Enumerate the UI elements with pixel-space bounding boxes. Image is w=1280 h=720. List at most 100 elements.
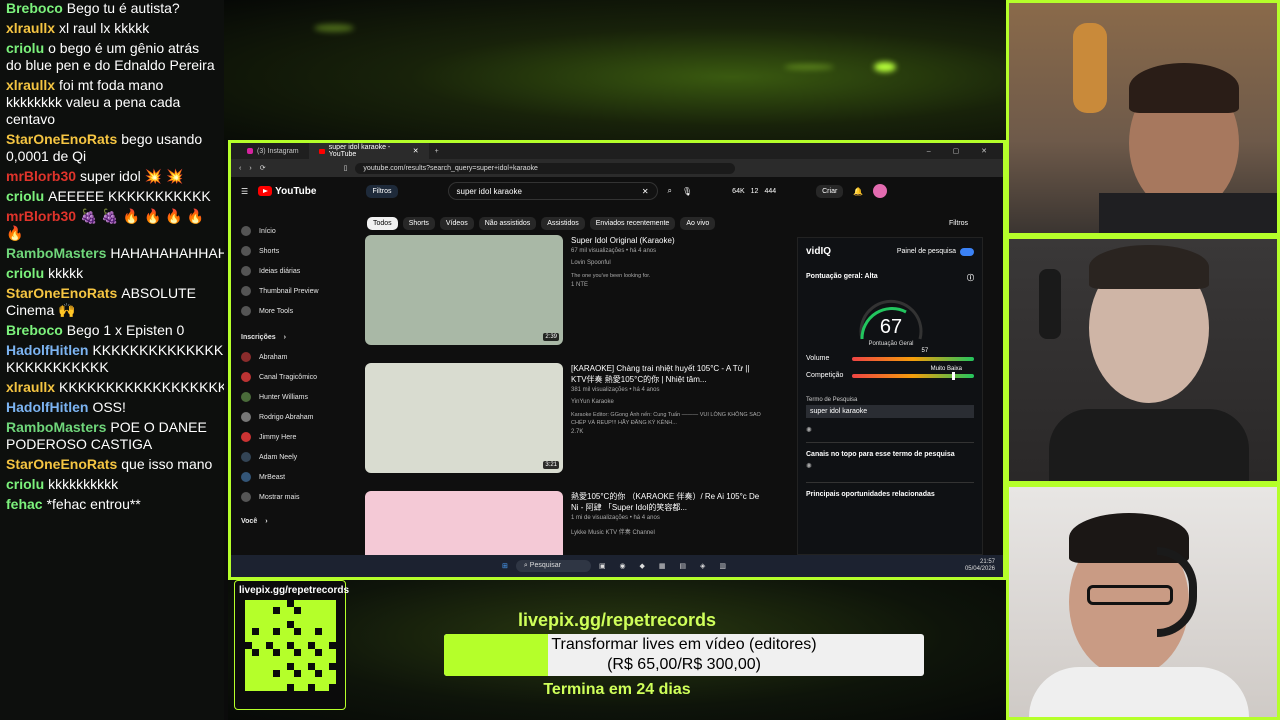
video-title[interactable]: Super Idol Original (Karaoke): [571, 235, 675, 246]
channels-label: Canais no topo para esse termo de pesqui…: [806, 442, 974, 458]
chat-username[interactable]: StarOneEnoRats: [6, 131, 117, 147]
chat-message: Breboco Bego 1 x Episten 0: [6, 322, 218, 339]
taskbar-app-icons[interactable]: ▣ ◉ ◆ ▦ ▤ ◈ ▥: [599, 562, 732, 570]
chat-text: KKKKKKKKKKKKKKKKKKK: [59, 379, 224, 395]
video-title[interactable]: [KARAOKE] Chàng trai nhiệt huyết 105°C -…: [571, 363, 765, 385]
chat-username[interactable]: mrBlorb30: [6, 208, 76, 224]
help-icon[interactable]: ⓘ: [967, 273, 974, 283]
chat-username[interactable]: Breboco: [6, 322, 63, 338]
video-result[interactable]: 2:39 Super Idol Original (Karaoke) 67 mil …: [365, 235, 765, 345]
mic-icon[interactable]: 🎙: [682, 187, 692, 196]
webcam-middle: [1006, 236, 1280, 484]
video-channel[interactable]: Lovin Spoonful: [571, 260, 675, 266]
chat-username[interactable]: RamboMasters: [6, 245, 106, 261]
taskbar-clock[interactable]: 21:57 05/04/2026: [965, 559, 995, 573]
goal-url: livepix.gg/repetrecords: [517, 610, 717, 630]
you-header[interactable]: Você ›: [237, 511, 353, 531]
clock-date: 05/04/2026: [964, 566, 995, 572]
chat-username[interactable]: criolu: [6, 188, 44, 204]
subscription-item[interactable]: Abraham: [237, 347, 353, 367]
stat-value: 12: [750, 187, 759, 195]
chat-username[interactable]: criolu: [6, 40, 44, 56]
avatar[interactable]: [873, 184, 888, 198]
filter-chip[interactable]: Vídeos: [439, 217, 474, 230]
url-field[interactable]: youtube.com/results?search_query=super+i…: [355, 162, 736, 174]
filter-chip[interactable]: Não assistidos: [478, 217, 537, 230]
sidebar-item[interactable]: Ideias diárias: [237, 261, 353, 281]
chat-text: *fehac entrou**: [46, 496, 141, 512]
chat-text: kkkkk: [48, 265, 84, 281]
sidebar-item-icon: [241, 306, 251, 316]
subscription-item[interactable]: Rodrigo Abraham: [237, 407, 353, 427]
sidebar-item-label: Ideias diárias: [259, 267, 301, 275]
tab-youtube[interactable]: super idol karaoke - YouTube ✕: [308, 143, 429, 159]
filter-chip[interactable]: Assistidos: [541, 217, 585, 230]
back-icon[interactable]: ‹: [239, 165, 241, 172]
chat-username[interactable]: criolu: [6, 476, 44, 492]
clear-icon[interactable]: ✕: [642, 187, 649, 196]
sidebar-item[interactable]: Início: [237, 221, 353, 241]
subscription-item[interactable]: Jimmy Here: [237, 427, 353, 447]
chat-username[interactable]: criolu: [6, 265, 44, 281]
guitar: [1073, 23, 1107, 113]
close-icon[interactable]: ✕: [413, 147, 419, 155]
video-channel[interactable]: Lykke Music KTV 伴奏 Channel: [571, 527, 765, 536]
video-thumbnail[interactable]: 3:21: [365, 363, 563, 473]
competition-label: Competição: [806, 372, 844, 379]
forward-icon[interactable]: ›: [249, 165, 251, 172]
shirt: [1099, 193, 1277, 233]
sidebar-item[interactable]: Shorts: [237, 241, 353, 261]
search-input[interactable]: super idol karaoke ✕: [447, 182, 658, 200]
search-icon[interactable]: ⌕: [668, 186, 672, 196]
subscriptions-header[interactable]: Inscrições ›: [237, 327, 353, 347]
windows-start-icon[interactable]: ⊞: [502, 562, 508, 570]
subscription-item[interactable]: Canal Tragicômico: [237, 367, 353, 387]
video-channel[interactable]: YinYun Karaoke: [571, 399, 765, 405]
bookmark-icon[interactable]: ▯: [344, 164, 348, 172]
video-meta: 381 mil visualizações • há 4 anos: [571, 387, 660, 393]
filter-chip[interactable]: Ao vivo: [680, 217, 716, 230]
tab-instagram[interactable]: (3) Instagram: [237, 143, 309, 159]
bell-icon[interactable]: 🔔: [853, 187, 863, 196]
youtube-logo[interactable]: YouTube: [258, 186, 316, 197]
filter-chip[interactable]: Enviados recentemente: [589, 217, 676, 230]
subscription-item[interactable]: Hunter Williams: [237, 387, 353, 407]
filters-right-button[interactable]: Filtros: [943, 217, 974, 230]
menu-icon[interactable]: ☰: [241, 187, 248, 196]
subscription-item[interactable]: Adam Neely: [237, 447, 353, 467]
video-thumbnail[interactable]: 2:39: [365, 235, 563, 345]
create-label: Criar: [822, 187, 838, 195]
chat-username[interactable]: fehac: [6, 496, 43, 512]
chat-username[interactable]: RamboMasters: [6, 419, 106, 435]
chat-username[interactable]: StarOneEnoRats: [6, 285, 117, 301]
subscription-item[interactable]: MrBeast: [237, 467, 353, 487]
taskbar-search[interactable]: ⌕ Pesquisar: [515, 560, 591, 572]
filters-button[interactable]: Filtros: [366, 184, 398, 198]
window-controls[interactable]: – ▢ ✕: [927, 147, 1003, 155]
chat-username[interactable]: xlraullx: [6, 20, 55, 36]
filter-chip[interactable]: Shorts: [402, 217, 435, 230]
new-tab-icon[interactable]: +: [435, 148, 439, 155]
goal-amount: (R$ 65,00/R$ 300,00): [607, 656, 761, 673]
reload-icon[interactable]: ⟳: [260, 164, 266, 172]
panel-toggle[interactable]: [960, 247, 974, 256]
subscription-item[interactable]: Mostrar mais: [237, 487, 353, 507]
filter-chip[interactable]: Todos: [367, 217, 398, 230]
chat-username[interactable]: xlraullx: [6, 77, 55, 93]
channel-avatar: [241, 352, 251, 362]
sidebar-item[interactable]: Thumbnail Preview: [237, 281, 353, 301]
chat-message: Breboco Bego tu é autista?: [6, 0, 218, 17]
video-result[interactable]: 3:21 [KARAOKE] Chàng trai nhiệt huyết 105…: [365, 363, 765, 473]
video-title[interactable]: 熱愛105°C的你 （KARAOKE 伴奏）/ Re Ai 105°c De N…: [571, 491, 765, 513]
create-button[interactable]: Criar: [816, 184, 844, 198]
chat-username[interactable]: HadolfHitlen: [6, 342, 88, 358]
chat-username[interactable]: Breboco: [6, 0, 63, 16]
browser-window: (3) Instagram super idol karaoke - YouTu…: [228, 140, 1006, 580]
chat-username[interactable]: StarOneEnoRats: [6, 456, 117, 472]
chat-username[interactable]: HadolfHitlen: [6, 399, 88, 415]
stat-value: 64K: [732, 187, 745, 195]
sidebar-item[interactable]: More Tools: [237, 301, 353, 321]
term-value: super idol karaoke: [806, 405, 974, 418]
chat-username[interactable]: xlraullx: [6, 379, 55, 395]
chat-username[interactable]: mrBlorb30: [6, 168, 76, 184]
